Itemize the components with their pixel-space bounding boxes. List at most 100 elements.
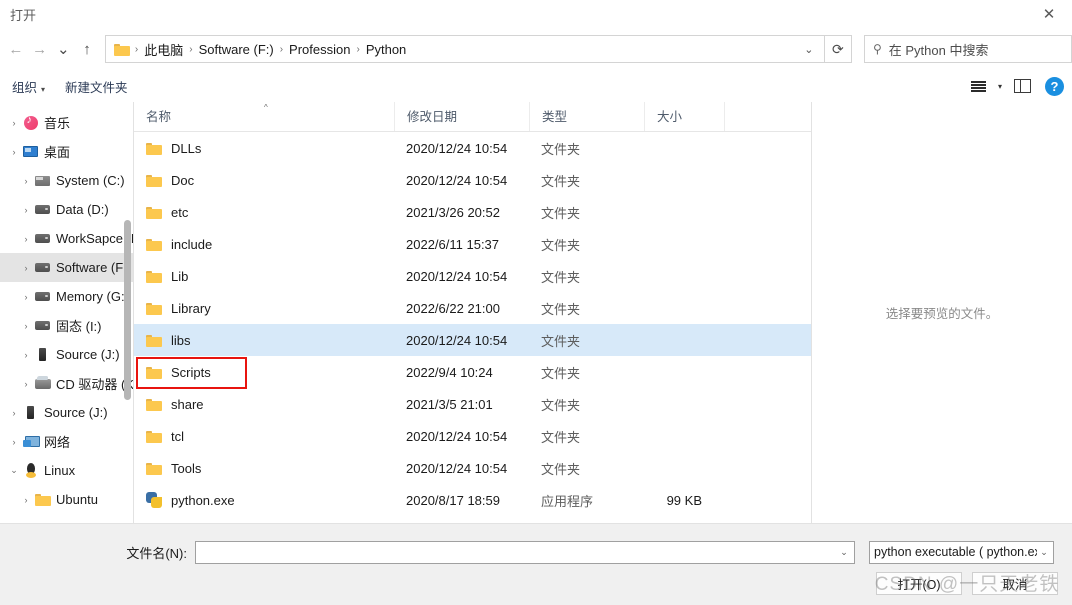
file-name-label: etc: [171, 204, 189, 220]
cancel-button[interactable]: 取消: [972, 572, 1058, 595]
column-header-date-label: 修改日期: [407, 110, 458, 124]
table-row[interactable]: etc 2021/3/26 20:52 文件夹: [134, 196, 811, 228]
column-header-date[interactable]: 修改日期: [394, 102, 529, 131]
sidebar-item-label: 音乐: [44, 116, 71, 131]
sidebar-item-8[interactable]: › Source (J:): [0, 340, 133, 369]
table-row[interactable]: DLLs 2020/12/24 10:54 文件夹: [134, 132, 811, 164]
folder-icon: [146, 462, 162, 475]
sidebar-item-7[interactable]: › 固态 (I:): [0, 311, 133, 340]
sidebar-item-9[interactable]: › CD 驱动器 (K:): [0, 369, 134, 398]
file-name-cell: python.exe: [134, 492, 394, 508]
sidebar-item-4[interactable]: › WorkSapce (E:): [0, 224, 134, 253]
breadcrumb-item-2[interactable]: Profession: [285, 39, 354, 60]
sidebar-item-5[interactable]: › Software (F:): [0, 253, 133, 282]
view-options-chevron-down-icon[interactable]: ▾: [993, 82, 1007, 91]
recent-locations-button[interactable]: ⌄: [51, 34, 75, 64]
table-row[interactable]: Scripts 2022/9/4 10:24 文件夹: [134, 356, 811, 388]
folder-icon: [146, 206, 162, 219]
chevron-down-icon[interactable]: ⌄: [796, 36, 822, 62]
organize-button[interactable]: 组织 ▾: [4, 73, 53, 100]
column-header-name[interactable]: ^ 名称: [134, 102, 394, 131]
hdd-icon: [22, 406, 39, 419]
sidebar-item-3[interactable]: › Data (D:): [0, 195, 133, 224]
back-button[interactable]: ←: [4, 34, 28, 64]
file-list-pane: ^ 名称 修改日期 类型 大小 DLLs 2020/12/24 10:54 文件夹 D…: [134, 102, 811, 523]
sidebar-item-10[interactable]: › Source (J:): [0, 398, 133, 427]
search-icon: ⚲: [872, 42, 882, 56]
sidebar-scrollbar[interactable]: [124, 220, 131, 400]
file-date-cell: 2020/8/17 18:59: [406, 492, 500, 508]
table-row[interactable]: tcl 2020/12/24 10:54 文件夹: [134, 420, 811, 452]
file-name-cell: share: [134, 397, 394, 412]
new-folder-button[interactable]: 新建文件夹: [57, 73, 136, 100]
chevron-right-icon[interactable]: ›: [6, 408, 22, 418]
file-list[interactable]: DLLs 2020/12/24 10:54 文件夹 Doc 2020/12/24 10:…: [134, 132, 811, 516]
list-view-icon[interactable]: [965, 74, 991, 98]
drive-icon: [34, 292, 51, 301]
sidebar-item-label: 固态 (I:): [56, 319, 102, 334]
help-icon[interactable]: ?: [1045, 76, 1064, 96]
chevron-right-icon[interactable]: ›: [6, 437, 22, 447]
chevron-right-icon[interactable]: ›: [6, 147, 22, 157]
chevron-right-icon[interactable]: ›: [18, 495, 34, 505]
sidebar-item-0[interactable]: › 音乐: [0, 108, 133, 137]
file-name-cell: Library: [134, 301, 394, 316]
sidebar-item-2[interactable]: › System (C:): [0, 166, 133, 195]
preview-pane-icon[interactable]: [1009, 74, 1035, 98]
command-bar: 组织 ▾ 新建文件夹 ▾ ?: [0, 70, 1072, 102]
sidebar-item-label: WorkSapce (E:): [56, 231, 133, 246]
breadcrumb-separator: ›: [189, 43, 193, 55]
breadcrumb-item-3[interactable]: Python: [362, 39, 410, 60]
chevron-right-icon[interactable]: ›: [18, 234, 34, 244]
sort-ascending-icon: ^: [264, 103, 268, 112]
refresh-icon[interactable]: ⟳: [824, 35, 852, 63]
chevron-down-icon[interactable]: ⌄: [1037, 547, 1051, 558]
chevron-right-icon[interactable]: ›: [18, 176, 34, 186]
filename-input[interactable]: ⌄: [195, 540, 855, 564]
table-row[interactable]: include 2022/6/11 15:37 文件夹: [134, 228, 811, 260]
search-input[interactable]: ⚲ 在 Python 中搜索: [863, 35, 1072, 63]
breadcrumb-item-0[interactable]: 此电脑: [140, 37, 187, 62]
table-row[interactable]: python.exe 2020/8/17 18:59 应用程序 99 KB: [134, 484, 811, 516]
sidebar-item-label: Source (J:): [44, 405, 108, 420]
breadcrumb-item-1[interactable]: Software (F:): [195, 39, 278, 60]
chevron-down-icon[interactable]: ⌄: [836, 547, 852, 558]
table-row[interactable]: Tools 2020/12/24 10:54 文件夹: [134, 452, 811, 484]
chevron-right-icon[interactable]: ›: [18, 263, 34, 273]
column-header-type-label: 类型: [542, 110, 568, 124]
chevron-right-icon[interactable]: ›: [18, 205, 34, 215]
chevron-right-icon[interactable]: ›: [18, 350, 34, 360]
column-header-size[interactable]: 大小: [644, 102, 724, 131]
chevron-down-icon[interactable]: ⌄: [6, 465, 22, 476]
sidebar-item-label: CD 驱动器 (K:): [56, 377, 133, 392]
sidebar-item-6[interactable]: › Memory (G:): [0, 282, 133, 311]
open-button[interactable]: 打开(O): [876, 572, 962, 595]
table-row[interactable]: libs 2020/12/24 10:54 文件夹: [134, 324, 811, 356]
sidebar-item-11[interactable]: › 网络: [0, 427, 133, 456]
table-row[interactable]: share 2021/3/5 21:01 文件夹: [134, 388, 811, 420]
sidebar-item-12[interactable]: ⌄ Linux: [0, 456, 133, 485]
forward-button[interactable]: →: [28, 34, 52, 64]
table-row[interactable]: Doc 2020/12/24 10:54 文件夹: [134, 164, 811, 196]
sidebar-item-1[interactable]: › 桌面: [0, 137, 133, 166]
navigation-sidebar[interactable]: › 音乐 › 桌面 › System (C:) › Data (D:) › WorkSapce (…: [0, 102, 133, 523]
breadcrumb-separator: ›: [279, 43, 284, 55]
up-button[interactable]: ↑: [75, 34, 99, 64]
sidebar-item-13[interactable]: › Ubuntu: [0, 485, 133, 514]
music-icon: [22, 114, 39, 130]
table-row[interactable]: Lib 2020/12/24 10:54 文件夹: [134, 260, 811, 292]
sidebar-scrollbar-thumb[interactable]: [124, 220, 131, 400]
chevron-right-icon[interactable]: ›: [18, 321, 34, 331]
file-name-label: libs: [171, 332, 191, 348]
file-name-cell: Lib: [134, 269, 394, 284]
chevron-right-icon[interactable]: ›: [18, 379, 34, 389]
chevron-right-icon[interactable]: ›: [18, 292, 34, 302]
column-header-type[interactable]: 类型: [529, 102, 644, 131]
table-row[interactable]: Library 2022/6/22 21:00 文件夹: [134, 292, 811, 324]
file-name-cell: Scripts: [134, 365, 394, 380]
close-icon[interactable]: ✕: [1026, 0, 1072, 28]
drive-icon: [34, 205, 51, 214]
chevron-right-icon[interactable]: ›: [6, 118, 22, 128]
filetype-dropdown[interactable]: python executable ( python.exe ⌄: [869, 540, 1054, 564]
address-bar[interactable]: › 此电脑 › Software (F:) › Profession › Pyt…: [104, 35, 825, 63]
